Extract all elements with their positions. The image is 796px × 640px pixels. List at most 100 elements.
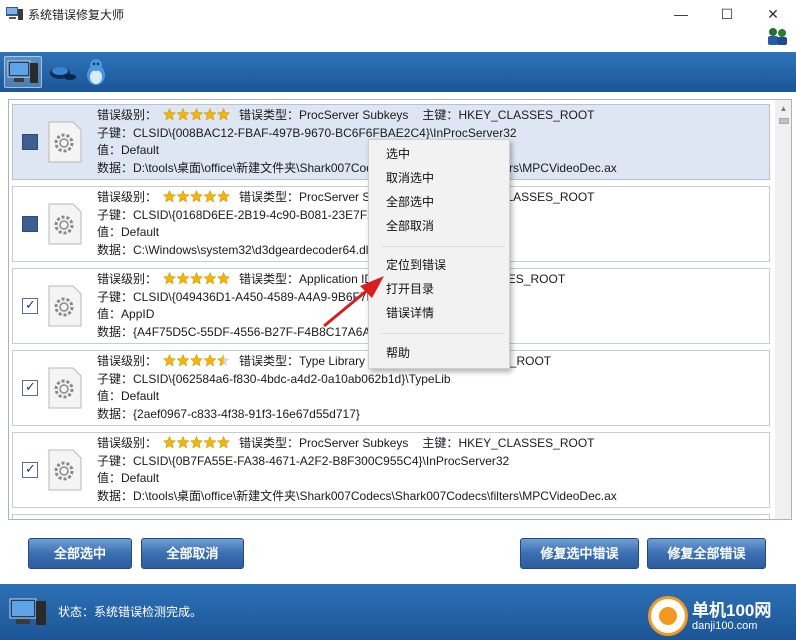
subkey-value: CLSID\{008BAC12-FBAF-497B-9670-BC6F6FBAE… bbox=[133, 126, 517, 140]
severity-stars bbox=[163, 436, 230, 449]
star-filled-icon bbox=[203, 190, 217, 203]
type-label: 错误类型： bbox=[239, 272, 300, 286]
main-key: HKEY_CLASSES_ROOT bbox=[458, 436, 595, 450]
data-value: C:\Windows\system32\d3dgeardecoder64.dll bbox=[133, 243, 372, 257]
error-item[interactable]: ✓ 错误级别： 错误类型：ProcServer Subkeys 主键：HKEY_CL… bbox=[12, 432, 770, 508]
maximize-button[interactable]: ☐ bbox=[704, 0, 750, 28]
level-label: 错误级别： bbox=[97, 436, 158, 450]
star-filled-icon bbox=[203, 354, 217, 367]
star-filled-icon bbox=[217, 190, 230, 203]
menu-item-select-all[interactable]: 全部选中 bbox=[370, 190, 508, 214]
registry-file-icon bbox=[48, 203, 82, 245]
severity-stars bbox=[163, 354, 230, 367]
mainkey-label: 主键： bbox=[422, 436, 459, 450]
checkmark-icon: ✓ bbox=[25, 461, 36, 476]
star-filled-icon bbox=[176, 436, 190, 449]
value-value: Default bbox=[121, 143, 160, 157]
close-button[interactable]: ✕ bbox=[750, 0, 796, 28]
registry-file-icon bbox=[48, 285, 82, 327]
minimize-button[interactable]: — bbox=[658, 0, 704, 28]
star-filled-icon bbox=[176, 354, 190, 367]
menu-item-open-directory[interactable]: 打开目录 bbox=[370, 277, 508, 301]
vertical-scrollbar[interactable]: ▲ bbox=[775, 100, 791, 519]
value-value: Default bbox=[121, 389, 160, 403]
select-all-button[interactable]: 全部选中 bbox=[28, 538, 132, 569]
title-bar: 系统错误修复大师 — ☐ ✕ bbox=[0, 0, 796, 28]
app-logo-icon bbox=[6, 7, 23, 20]
tab-network[interactable] bbox=[46, 56, 80, 88]
level-label: 错误级别： bbox=[97, 190, 158, 204]
level-label: 错误级别： bbox=[97, 354, 158, 368]
star-filled-icon bbox=[203, 272, 217, 285]
item-checkbox[interactable] bbox=[22, 216, 38, 232]
subkey-label: 子键： bbox=[97, 372, 134, 386]
menu-separator bbox=[381, 246, 505, 247]
star-filled-icon bbox=[163, 190, 176, 203]
star-filled-icon bbox=[163, 108, 176, 121]
scroll-up-arrow-icon[interactable]: ▲ bbox=[775, 100, 791, 117]
star-filled-icon bbox=[176, 108, 190, 121]
type-label: 错误类型： bbox=[239, 108, 300, 122]
error-item-partial bbox=[12, 514, 770, 519]
menu-item-select[interactable]: 选中 bbox=[370, 142, 508, 166]
star-filled-icon bbox=[163, 272, 176, 285]
subkey-label: 子键： bbox=[97, 126, 134, 140]
value-label: 值： bbox=[97, 143, 122, 157]
window-title: 系统错误修复大师 bbox=[28, 8, 125, 22]
type-label: 错误类型： bbox=[239, 436, 300, 450]
main-key: HKEY_CLASSES_ROOT bbox=[458, 108, 595, 122]
type-label: 错误类型： bbox=[239, 190, 300, 204]
item-checkbox[interactable]: ✓ bbox=[22, 379, 38, 396]
tab-qq[interactable] bbox=[82, 56, 110, 88]
watermark-logo-icon bbox=[648, 596, 688, 636]
scroll-thumb[interactable] bbox=[779, 118, 789, 124]
error-type: Type Library bbox=[299, 354, 366, 368]
item-checkbox[interactable]: ✓ bbox=[22, 297, 38, 314]
registry-file-icon bbox=[48, 449, 82, 491]
star-filled-icon bbox=[190, 190, 203, 203]
level-label: 错误级别： bbox=[97, 272, 158, 286]
star-filled-icon bbox=[203, 436, 217, 449]
fix-all-button[interactable]: 修复全部错误 bbox=[647, 538, 766, 569]
checkmark-icon: ✓ bbox=[25, 297, 36, 312]
registry-file-icon bbox=[48, 121, 82, 163]
data-value: D:\tools\桌面\office\新建文件夹\Shark007Codecs\… bbox=[133, 489, 617, 503]
subkey-label: 子键： bbox=[97, 290, 134, 304]
subkey-value: CLSID\{062584a6-f830-4bdc-a4d2-0a10ab062… bbox=[133, 372, 451, 386]
value-value: Default bbox=[121, 225, 160, 239]
star-filled-icon bbox=[217, 272, 230, 285]
watermark-url: danji100.com bbox=[692, 620, 758, 632]
menu-item-locate-error[interactable]: 定位到错误 bbox=[370, 253, 508, 277]
severity-stars bbox=[163, 190, 230, 203]
star-filled-icon bbox=[190, 108, 203, 121]
context-menu: 选中 取消选中 全部选中 全部取消 定位到错误 打开目录 错误详情 帮助 bbox=[368, 139, 510, 369]
value-value: Default bbox=[121, 471, 160, 485]
network-mouse-icon bbox=[50, 67, 76, 80]
computer-icon bbox=[7, 60, 38, 83]
value-label: 值： bbox=[97, 471, 122, 485]
tab-system-scan[interactable] bbox=[4, 56, 42, 88]
item-checkbox[interactable]: ✓ bbox=[22, 461, 38, 478]
value-label: 值： bbox=[97, 389, 122, 403]
star-filled-icon bbox=[176, 190, 190, 203]
deselect-all-button[interactable]: 全部取消 bbox=[141, 538, 244, 569]
data-label: 数据： bbox=[97, 325, 134, 339]
computer-icon bbox=[9, 598, 46, 625]
level-label: 错误级别： bbox=[97, 108, 158, 122]
fix-selected-button[interactable]: 修复选中错误 bbox=[520, 538, 639, 569]
data-label: 数据： bbox=[97, 489, 134, 503]
users-icon[interactable] bbox=[764, 26, 790, 46]
qq-penguin-icon bbox=[87, 59, 105, 85]
registry-file-icon bbox=[48, 367, 82, 409]
severity-stars bbox=[163, 108, 230, 121]
menu-item-error-details[interactable]: 错误详情 bbox=[370, 301, 508, 325]
watermark-title: 单机100网 bbox=[692, 601, 772, 620]
menu-item-deselect[interactable]: 取消选中 bbox=[370, 166, 508, 190]
checkmark-icon: ✓ bbox=[25, 379, 36, 394]
item-checkbox[interactable] bbox=[22, 134, 38, 150]
mainkey-label: 主键： bbox=[422, 108, 459, 122]
star-filled-icon bbox=[203, 108, 217, 121]
menu-item-help[interactable]: 帮助 bbox=[370, 341, 508, 365]
menu-item-deselect-all[interactable]: 全部取消 bbox=[370, 214, 508, 238]
close-icon: ✕ bbox=[767, 5, 779, 22]
